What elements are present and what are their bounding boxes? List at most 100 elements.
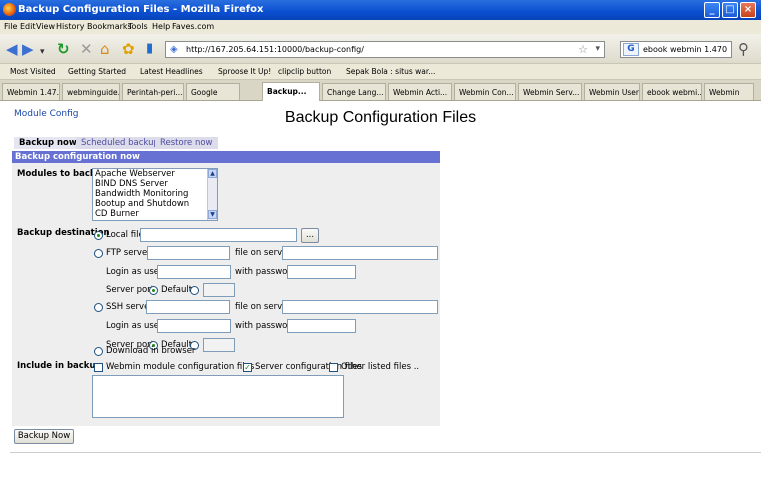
browser-tab[interactable]: Webmin Acti... <box>388 83 452 100</box>
ssh-login-label: Login as user <box>106 321 163 331</box>
module-option[interactable]: Bootup and Shutdown <box>93 199 217 209</box>
ftp-file-input[interactable] <box>282 246 438 260</box>
browser-tab[interactable]: Webmin 1.47... <box>2 83 60 100</box>
listbox-scrollbar[interactable]: ▲ ▼ <box>207 169 217 220</box>
include-webmin-checkbox[interactable] <box>94 363 103 372</box>
ssh-login-input[interactable] <box>157 319 231 333</box>
include-other-label: Other listed files .. <box>341 362 420 372</box>
browser-tab[interactable]: Webmin <box>704 83 754 100</box>
backup-now-button[interactable]: Backup Now <box>14 429 74 444</box>
page-title: Backup Configuration Files <box>284 109 477 126</box>
include-label: Include in backup <box>17 361 102 371</box>
modules-listbox[interactable]: Apache Webserver BIND DNS Server Bandwid… <box>92 168 218 221</box>
maximize-icon[interactable]: □ <box>722 2 738 18</box>
browser-tab[interactable]: webminguide... <box>62 83 120 100</box>
ftp-server-label: FTP server <box>106 248 151 258</box>
ftp-login-input[interactable] <box>157 265 231 279</box>
bookmarks-toolbar: Most Visited Getting Started Latest Head… <box>0 64 761 80</box>
local-file-label: Local file <box>106 230 144 240</box>
bookmark-clipclip[interactable]: clipclip button <box>278 67 331 76</box>
bookmark-getting-started[interactable]: Getting Started <box>68 67 126 76</box>
url-bar[interactable]: ◈ http://167.205.64.151:10000/backup-con… <box>165 41 605 58</box>
browser-tab[interactable]: Perintah-peri... <box>122 83 184 100</box>
search-value: ebook webmin 1.470 <box>643 45 728 54</box>
tab-backup-now[interactable]: Backup now <box>14 137 82 149</box>
ssh-server-input[interactable] <box>146 300 230 314</box>
scroll-up-icon[interactable]: ▲ <box>208 169 217 178</box>
ftp-port-default-label: Default <box>161 285 193 295</box>
browser-tab[interactable]: Webmin Serv... <box>518 83 582 100</box>
include-webmin-label: Webmin module configuration files <box>106 362 255 372</box>
bookmark-latest-headlines[interactable]: Latest Headlines <box>140 67 203 76</box>
reload-icon[interactable]: ↻ <box>57 41 70 57</box>
url-dropdown-icon[interactable]: ▾ <box>595 44 600 54</box>
scroll-down-icon[interactable]: ▼ <box>208 210 217 219</box>
close-icon[interactable]: × <box>740 2 756 18</box>
browser-tab[interactable]: Change Lang... <box>322 83 386 100</box>
module-option[interactable]: Bandwidth Monitoring <box>93 189 217 199</box>
browser-tab-strip: Webmin 1.47... webminguide... Perintah-p… <box>0 80 761 101</box>
forward-icon[interactable]: ▶ <box>22 41 34 57</box>
panel-header: Backup configuration now <box>12 151 440 163</box>
back-icon[interactable]: ◀ <box>6 41 18 57</box>
ssh-server-radio[interactable] <box>94 303 103 312</box>
search-icon[interactable]: ⚲ <box>738 41 749 57</box>
bookmark-most-visited[interactable]: Most Visited <box>10 67 56 76</box>
bookmark-sproose[interactable]: Sproose It Up! <box>218 67 271 76</box>
browser-tab-active[interactable]: Backup... <box>262 82 320 101</box>
site-icon: ◈ <box>170 44 178 55</box>
ftp-port-default-radio[interactable] <box>149 286 158 295</box>
menu-view[interactable]: View <box>36 22 55 31</box>
other-files-textarea[interactable] <box>92 375 344 418</box>
ftp-password-input[interactable] <box>287 265 356 279</box>
browser-tab[interactable]: Webmin Users <box>584 83 640 100</box>
browser-tab[interactable]: ebook webmi... <box>642 83 702 100</box>
addon-icon[interactable]: ✿ <box>122 41 135 57</box>
page-content: Module Config Backup Configuration Files… <box>0 101 761 491</box>
local-file-radio[interactable] <box>94 231 103 240</box>
divider <box>10 452 761 453</box>
menu-faves[interactable]: Faves.com <box>172 22 214 31</box>
menu-file[interactable]: File <box>4 22 17 31</box>
local-file-input[interactable] <box>140 228 297 242</box>
backup-form-panel: Backup configuration now Modules to back… <box>12 151 440 358</box>
browser-tab[interactable]: Google <box>186 83 240 100</box>
ftp-port-custom-radio[interactable] <box>190 286 199 295</box>
include-section: Download in browser Include in backup We… <box>12 346 440 426</box>
info-icon[interactable]: ▮ <box>146 41 153 57</box>
menu-tools[interactable]: Tools <box>128 22 148 31</box>
minimize-icon[interactable]: _ <box>704 2 720 18</box>
module-option[interactable]: CD Burner <box>93 209 217 219</box>
include-server-checkbox[interactable]: ✓ <box>243 363 252 372</box>
window-title: Backup Configuration Files - Mozilla Fir… <box>18 4 264 15</box>
search-engine-icon[interactable]: G <box>623 43 639 56</box>
ftp-login-label: Login as user <box>106 267 163 277</box>
search-input[interactable]: G ebook webmin 1.470 <box>620 41 732 58</box>
menu-edit[interactable]: Edit <box>20 22 36 31</box>
module-option[interactable]: Apache Webserver <box>93 169 217 179</box>
ftp-server-radio[interactable] <box>94 249 103 258</box>
bookmark-star-icon[interactable]: ☆ <box>578 43 588 56</box>
ssh-file-input[interactable] <box>282 300 438 314</box>
menu-bar: File Edit View History Bookmarks Tools H… <box>0 20 761 34</box>
module-option[interactable]: BIND DNS Server <box>93 179 217 189</box>
ftp-server-input[interactable] <box>147 246 230 260</box>
ssh-password-input[interactable] <box>287 319 356 333</box>
navigation-toolbar: ◀ ▶ ▾ ↻ ✕ ⌂ ✿ ▮ ◈ http://167.205.64.151:… <box>0 34 761 64</box>
menu-bookmarks[interactable]: Bookmarks <box>87 22 132 31</box>
home-icon[interactable]: ⌂ <box>100 41 110 57</box>
tab-restore-now[interactable]: Restore now <box>155 137 218 149</box>
window-title-bar: Backup Configuration Files - Mozilla Fir… <box>0 0 761 20</box>
download-radio[interactable] <box>94 347 103 356</box>
browse-button[interactable]: ... <box>301 228 319 243</box>
history-dropdown-icon[interactable]: ▾ <box>40 44 45 60</box>
ssh-port-input[interactable] <box>203 338 235 352</box>
include-other-checkbox[interactable] <box>329 363 338 372</box>
menu-history[interactable]: History <box>56 22 84 31</box>
menu-help[interactable]: Help <box>152 22 170 31</box>
bookmark-sepak-bola[interactable]: Sepak Bola : situs war... <box>346 67 435 76</box>
ftp-port-input[interactable] <box>203 283 235 297</box>
download-label: Download in browser <box>106 346 196 356</box>
stop-icon[interactable]: ✕ <box>80 41 93 57</box>
browser-tab[interactable]: Webmin Con... <box>454 83 516 100</box>
